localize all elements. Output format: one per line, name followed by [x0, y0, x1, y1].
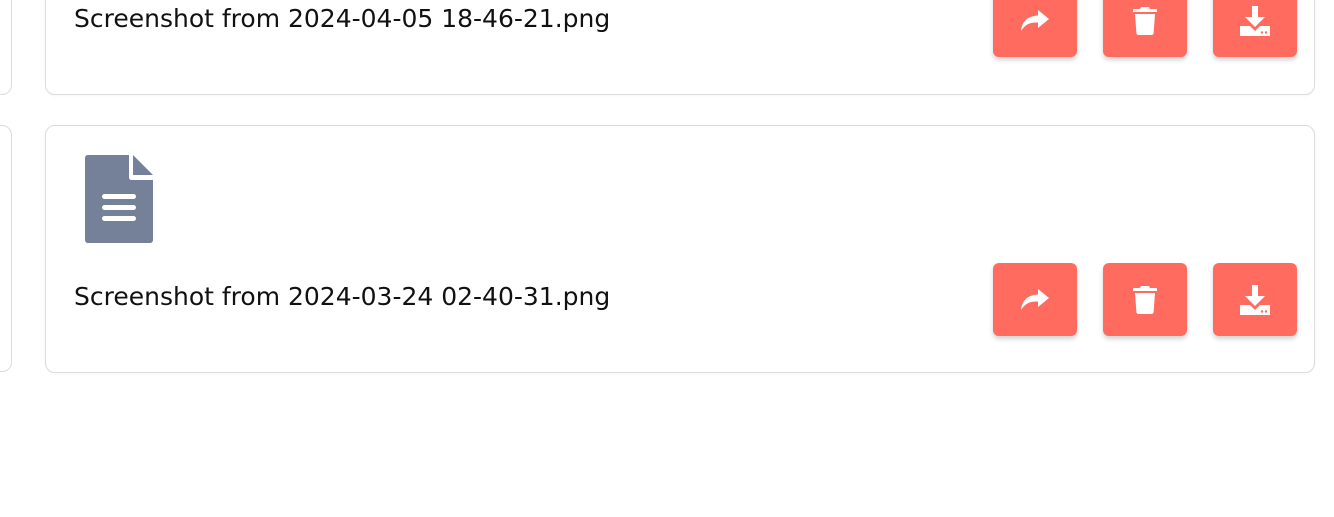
file-list: Screenshot from 2024-04-05 18-46-21.png — [0, 0, 1334, 517]
share-icon — [1021, 288, 1049, 310]
file-text-icon — [85, 155, 153, 243]
share-icon — [1021, 9, 1049, 31]
file-card: Screenshot from 2024-03-24 02-40-31.png — [45, 125, 1315, 373]
download-button[interactable] — [1213, 0, 1297, 57]
previous-card-edge — [0, 125, 12, 372]
file-actions — [993, 0, 1297, 57]
trash-icon — [1133, 6, 1157, 35]
download-button[interactable] — [1213, 263, 1297, 336]
share-button[interactable] — [993, 263, 1077, 336]
download-icon — [1240, 284, 1270, 315]
share-button[interactable] — [993, 0, 1077, 57]
previous-card-edge — [0, 0, 12, 95]
file-name: Screenshot from 2024-03-24 02-40-31.png — [74, 282, 611, 311]
file-name: Screenshot from 2024-04-05 18-46-21.png — [74, 4, 611, 33]
delete-button[interactable] — [1103, 0, 1187, 57]
delete-button[interactable] — [1103, 263, 1187, 336]
file-actions — [993, 263, 1297, 336]
file-card: Screenshot from 2024-04-05 18-46-21.png — [45, 0, 1315, 95]
download-icon — [1240, 5, 1270, 36]
trash-icon — [1133, 285, 1157, 314]
